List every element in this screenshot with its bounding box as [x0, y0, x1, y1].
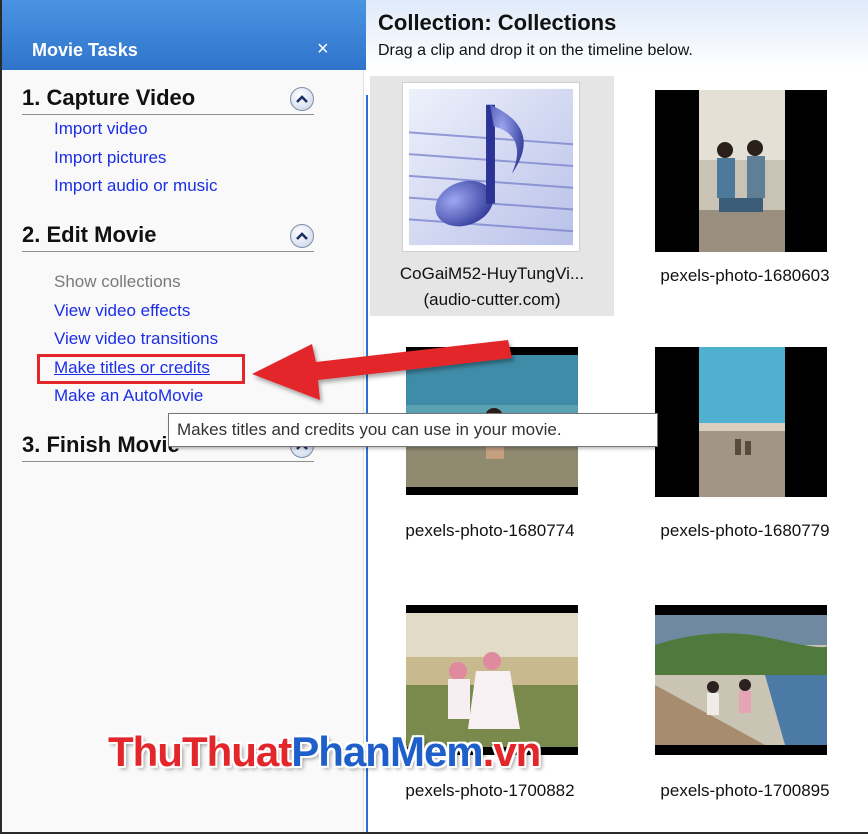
- collection-subtitle: Drag a clip and drop it on the timeline …: [378, 42, 693, 59]
- clip-pexels-1700882[interactable]: pexels-photo-1700882: [370, 603, 610, 813]
- view-video-effects-link[interactable]: View video effects: [54, 301, 190, 320]
- section-header: 2. Edit Movie: [22, 220, 314, 252]
- photo-thumbnail: [655, 347, 827, 497]
- watermark-part: ThuThuat: [108, 728, 292, 775]
- clip-thumbnail: [402, 82, 580, 252]
- clip-title: pexels-photo-1700895: [660, 781, 830, 800]
- section-title: 1. Capture Video: [22, 85, 196, 110]
- pane-title: Movie Tasks: [32, 40, 138, 60]
- clip-title: pexels-photo-1680774: [405, 521, 575, 540]
- chevron-up-icon[interactable]: [290, 87, 314, 111]
- close-icon[interactable]: ×: [317, 38, 329, 61]
- clip-source: (audio-cutter.com): [423, 290, 561, 309]
- task-list: Import video Import pictures Import audi…: [22, 115, 314, 201]
- photo-thumbnail: [655, 90, 827, 252]
- clip-pexels-1700895[interactable]: pexels-photo-1700895: [625, 603, 865, 813]
- watermark-logo: ThuThuatPhanMem.vn: [108, 728, 542, 776]
- import-pictures-link[interactable]: Import pictures: [54, 148, 166, 167]
- divider: [366, 95, 368, 832]
- import-video-link[interactable]: Import video: [54, 119, 148, 138]
- pointer-arrow: [252, 340, 512, 400]
- music-note-icon: [408, 88, 574, 246]
- clip-title: CoGaiM52-HuyTungVi...: [399, 264, 585, 283]
- view-video-transitions-link[interactable]: View video transitions: [54, 329, 218, 348]
- highlight-box: [37, 354, 245, 384]
- photo-thumbnail: [655, 605, 827, 755]
- clip-title: pexels-photo-1680779: [660, 521, 830, 540]
- movie-tasks-header: Movie Tasks ×: [2, 0, 368, 70]
- watermark-part: .vn: [482, 728, 542, 775]
- chevron-up-icon[interactable]: [290, 224, 314, 248]
- section-title: 2. Edit Movie: [22, 222, 157, 247]
- watermark-part: PhanMem: [291, 728, 483, 775]
- clip-title: pexels-photo-1700882: [405, 781, 575, 800]
- clip-pexels-1680779[interactable]: pexels-photo-1680779: [625, 345, 865, 565]
- collection-header: Collection: Collections Drag a clip and …: [366, 0, 868, 70]
- collection-title: Collection: Collections: [378, 10, 617, 35]
- section-title: 3. Finish Movie: [22, 432, 180, 457]
- section-header: 1. Capture Video: [22, 83, 314, 115]
- clip-pexels-1680603[interactable]: pexels-photo-1680603: [625, 76, 865, 316]
- clip-thumbnail: [655, 347, 827, 497]
- show-collections-link: Show collections: [54, 272, 181, 291]
- tooltip: Makes titles and credits you can use in …: [168, 413, 658, 447]
- clip-audio-cogaim52[interactable]: CoGaiM52-HuyTungVi... (audio-cutter.com): [370, 76, 614, 316]
- section-capture-video: 1. Capture Video Import video Import pic…: [22, 83, 314, 201]
- clip-title: pexels-photo-1680603: [660, 266, 830, 285]
- make-automovie-link[interactable]: Make an AutoMovie: [54, 386, 203, 405]
- clip-thumbnail: [655, 90, 827, 252]
- clip-thumbnail: [655, 605, 827, 755]
- clip-label: CoGaiM52-HuyTungVi... (audio-cutter.com): [370, 261, 614, 313]
- import-audio-link[interactable]: Import audio or music: [54, 176, 217, 195]
